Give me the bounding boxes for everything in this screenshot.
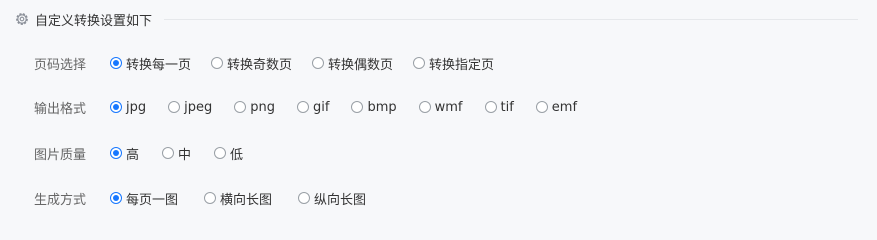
page-selection-group: 转换每一页 转换奇数页 转换偶数页 转换指定页 bbox=[110, 54, 508, 73]
radio-label: wmf bbox=[434, 99, 463, 115]
output-format-group: jpg jpeg png gif bmp wmf tif emf bbox=[110, 100, 591, 115]
radio-jpeg[interactable]: jpeg bbox=[168, 100, 212, 115]
radio-circle[interactable] bbox=[214, 147, 227, 159]
radio-label: tif bbox=[500, 99, 514, 115]
generation-mode-row: 生成方式 每页一图 横向长图 纵向长图 bbox=[34, 188, 380, 208]
radio-one-image-per-page[interactable]: 每页一图 bbox=[110, 189, 178, 208]
radio-circle[interactable] bbox=[110, 147, 122, 159]
radio-circle[interactable] bbox=[168, 101, 181, 113]
radio-quality-high[interactable]: 高 bbox=[110, 144, 139, 163]
radio-label: 低 bbox=[230, 147, 244, 163]
radio-label: jpeg bbox=[184, 99, 213, 115]
section-header: 自定义转换设置如下 bbox=[14, 9, 858, 29]
radio-circle[interactable] bbox=[351, 101, 364, 113]
radio-label: 转换指定页 bbox=[429, 57, 495, 73]
radio-emf[interactable]: emf bbox=[535, 99, 578, 115]
radio-horizontal-long-image[interactable]: 横向长图 bbox=[204, 189, 272, 208]
header-divider bbox=[164, 19, 858, 20]
radio-gif[interactable]: gif bbox=[297, 100, 329, 115]
section-title: 自定义转换设置如下 bbox=[35, 13, 153, 29]
radio-circle[interactable] bbox=[298, 192, 311, 204]
radio-label: jpg bbox=[126, 99, 147, 115]
radio-label: 横向长图 bbox=[220, 192, 273, 208]
radio-every-page[interactable]: 转换每一页 bbox=[110, 54, 191, 73]
image-quality-group: 高 中 低 bbox=[110, 144, 257, 163]
radio-label: 中 bbox=[178, 147, 192, 163]
image-quality-row: 图片质量 高 中 低 bbox=[34, 143, 257, 163]
radio-label: 高 bbox=[126, 147, 140, 163]
radio-circle[interactable] bbox=[162, 147, 175, 159]
page-selection-label: 页码选择 bbox=[34, 57, 87, 73]
radio-odd-pages[interactable]: 转换奇数页 bbox=[211, 54, 292, 73]
radio-vertical-long-image[interactable]: 纵向长图 bbox=[298, 189, 366, 208]
radio-label: 转换奇数页 bbox=[227, 57, 293, 73]
radio-label: bmp bbox=[367, 99, 397, 115]
radio-circle[interactable] bbox=[110, 101, 122, 113]
output-format-label: 输出格式 bbox=[34, 101, 87, 117]
output-format-row: 输出格式 jpg jpeg png gif bmp wmf tif emf bbox=[34, 97, 591, 117]
generation-mode-label: 生成方式 bbox=[34, 192, 87, 208]
radio-label: 每页一图 bbox=[126, 192, 179, 208]
radio-label: 转换每一页 bbox=[126, 57, 192, 73]
radio-circle[interactable] bbox=[234, 101, 247, 113]
radio-even-pages[interactable]: 转换偶数页 bbox=[312, 54, 393, 73]
radio-label: gif bbox=[313, 99, 330, 115]
radio-label: emf bbox=[551, 99, 578, 115]
radio-bmp[interactable]: bmp bbox=[351, 99, 397, 115]
generation-mode-group: 每页一图 横向长图 纵向长图 bbox=[110, 189, 380, 208]
page-selection-row: 页码选择 转换每一页 转换奇数页 转换偶数页 转换指定页 bbox=[34, 53, 508, 73]
radio-specified-pages[interactable]: 转换指定页 bbox=[413, 54, 494, 73]
radio-circle[interactable] bbox=[418, 101, 431, 113]
radio-label: png bbox=[250, 99, 275, 115]
radio-circle[interactable] bbox=[535, 101, 548, 113]
radio-circle[interactable] bbox=[110, 192, 122, 204]
radio-circle[interactable] bbox=[204, 192, 217, 204]
radio-circle[interactable] bbox=[110, 57, 122, 69]
radio-circle[interactable] bbox=[413, 57, 426, 69]
radio-jpg[interactable]: jpg bbox=[110, 100, 146, 115]
radio-quality-low[interactable]: 低 bbox=[214, 144, 243, 163]
radio-circle[interactable] bbox=[484, 101, 497, 113]
radio-label: 纵向长图 bbox=[314, 192, 367, 208]
radio-tif[interactable]: tif bbox=[484, 99, 514, 115]
radio-wmf[interactable]: wmf bbox=[418, 99, 463, 115]
gear-icon bbox=[16, 13, 28, 25]
radio-label: 转换偶数页 bbox=[328, 57, 394, 73]
radio-png[interactable]: png bbox=[234, 100, 275, 115]
radio-circle[interactable] bbox=[297, 101, 309, 113]
radio-circle[interactable] bbox=[312, 57, 325, 69]
image-quality-label: 图片质量 bbox=[34, 147, 87, 163]
radio-circle[interactable] bbox=[211, 57, 224, 69]
radio-quality-medium[interactable]: 中 bbox=[162, 144, 191, 163]
